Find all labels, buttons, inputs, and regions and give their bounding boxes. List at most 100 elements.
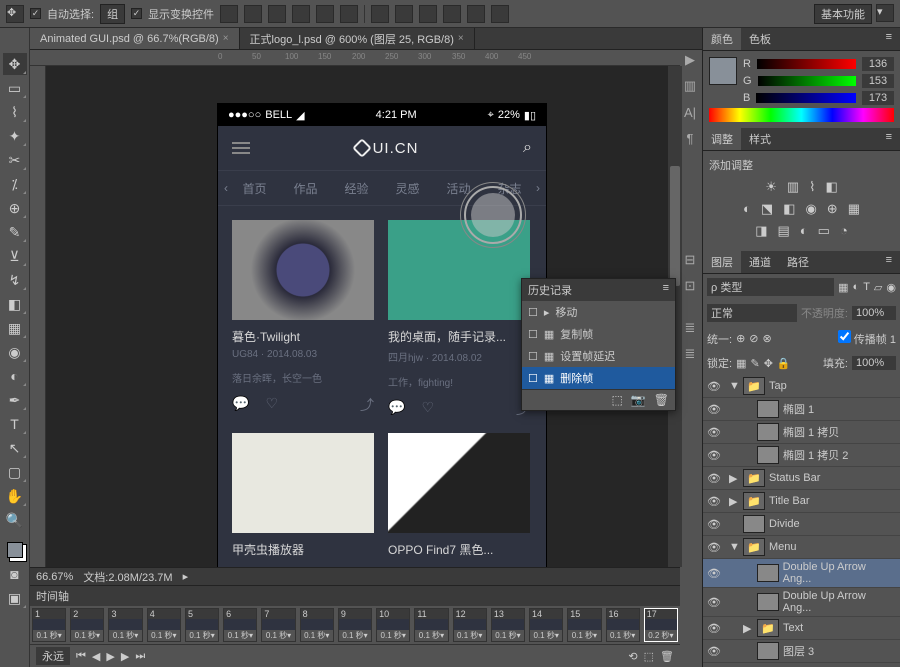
- b-value[interactable]: 173: [862, 91, 894, 105]
- zoom-tool[interactable]: 🔍: [3, 509, 27, 531]
- unify-icon[interactable]: ⊕: [736, 332, 745, 345]
- invert-icon[interactable]: ◨: [755, 223, 767, 239]
- path-tool[interactable]: ↖: [3, 437, 27, 459]
- g-value[interactable]: 153: [862, 74, 894, 88]
- distribute-icon[interactable]: [371, 5, 389, 23]
- align-top-icon[interactable]: [220, 5, 238, 23]
- spectrum-bar[interactable]: [709, 108, 894, 122]
- play-icon[interactable]: ▶: [106, 650, 114, 663]
- exposure-icon[interactable]: ◧: [826, 179, 838, 195]
- history-panel[interactable]: 历史记录≡ ☐▸移动 ☐▦复制帧 ☐▦设置帧延迟 ☐▦删除帧 ⬚📷🗑: [521, 278, 676, 411]
- layer-row[interactable]: 👁图层 3: [703, 640, 900, 663]
- visibility-icon[interactable]: 👁: [707, 622, 721, 635]
- first-frame-icon[interactable]: ⏮: [76, 650, 86, 663]
- timeline-frame[interactable]: 120.1 秒▾: [453, 608, 487, 642]
- panel-menu-icon[interactable]: ≡: [878, 251, 900, 273]
- layer-row[interactable]: 👁Double Up Arrow Ang...: [703, 559, 900, 588]
- fold-icon[interactable]: ▼: [729, 541, 739, 553]
- doc-size-label[interactable]: 文档:2.08M/23.7M: [83, 569, 172, 585]
- frame-duration[interactable]: 0.1 秒▾: [381, 630, 406, 641]
- layer-row[interactable]: 👁椭圆 1: [703, 398, 900, 421]
- lock-trans-icon[interactable]: ▦: [736, 357, 746, 370]
- checkbox[interactable]: ☐: [528, 372, 538, 385]
- g-slider[interactable]: [758, 76, 856, 86]
- frame-duration[interactable]: 0.1 秒▾: [36, 630, 61, 641]
- timeline-frame[interactable]: 140.1 秒▾: [529, 608, 563, 642]
- frame-duration[interactable]: 0.1 秒▾: [113, 630, 138, 641]
- blur-tool[interactable]: ◉: [3, 341, 27, 363]
- panel-icon[interactable]: ⊟: [680, 250, 700, 270]
- scrollbar-thumb[interactable]: [670, 166, 680, 286]
- layer-row[interactable]: 👁椭圆 1 拷贝 2: [703, 444, 900, 467]
- timeline-frame[interactable]: 20.1 秒▾: [70, 608, 104, 642]
- panel-icon[interactable]: ≣: [680, 318, 700, 338]
- tween-icon[interactable]: ⟲: [628, 650, 637, 663]
- checkbox[interactable]: ☐: [528, 328, 538, 341]
- frame-duration[interactable]: 0.1 秒▾: [228, 630, 253, 641]
- panel-menu-icon[interactable]: ≡: [878, 128, 900, 150]
- stamp-tool[interactable]: ⊻: [3, 245, 27, 267]
- align-left-icon[interactable]: [292, 5, 310, 23]
- fold-icon[interactable]: ▼: [729, 380, 739, 392]
- filter-type-icon[interactable]: T: [863, 281, 870, 293]
- eraser-tool[interactable]: ◧: [3, 293, 27, 315]
- new-snapshot-icon[interactable]: ⬚: [611, 393, 622, 407]
- fg-bg-swatch[interactable]: [3, 539, 27, 561]
- layer-row[interactable]: 👁Double Up Arrow Ang...: [703, 588, 900, 617]
- chevron-right-icon[interactable]: ▸: [183, 570, 189, 583]
- eyedropper-tool[interactable]: ⁒: [3, 173, 27, 195]
- distribute-icon[interactable]: [419, 5, 437, 23]
- tab-swatches[interactable]: 色板: [741, 28, 779, 50]
- frame-duration[interactable]: 0.1 秒▾: [75, 630, 100, 641]
- visibility-icon[interactable]: 👁: [707, 403, 721, 416]
- tab-channels[interactable]: 通道: [741, 251, 779, 273]
- screenmode-icon[interactable]: ▣: [3, 587, 27, 609]
- brush-tool[interactable]: ✎: [3, 221, 27, 243]
- frame-duration[interactable]: 0.1 秒▾: [419, 630, 444, 641]
- curves-icon[interactable]: ⌇: [809, 179, 815, 195]
- frame-duration[interactable]: 0.1 秒▾: [457, 630, 482, 641]
- gradient-tool[interactable]: ▦: [3, 317, 27, 339]
- layer-row[interactable]: 👁▶📁Title Bar: [703, 490, 900, 513]
- posterize-icon[interactable]: ▤: [777, 223, 789, 239]
- frame-duration[interactable]: 0.1 秒▾: [495, 630, 520, 641]
- workspace-dropdown[interactable]: 基本功能: [814, 4, 872, 24]
- align-center-icon[interactable]: [316, 5, 334, 23]
- lasso-tool[interactable]: ⌇: [3, 101, 27, 123]
- checkbox[interactable]: ☐: [528, 306, 538, 319]
- trash-icon[interactable]: 🗑: [660, 650, 674, 663]
- r-slider[interactable]: [757, 59, 856, 69]
- align-middle-icon[interactable]: [244, 5, 262, 23]
- filter-adjust-icon[interactable]: ◐: [853, 281, 860, 293]
- layer-row[interactable]: 👁Divide: [703, 513, 900, 536]
- document-tab[interactable]: Animated GUI.psd @ 66.7%(RGB/8)×: [30, 28, 240, 49]
- show-transform-checkbox[interactable]: ✓: [131, 8, 142, 19]
- timeline-frame[interactable]: 80.1 秒▾: [300, 608, 334, 642]
- propagate-checkbox[interactable]: [838, 330, 851, 343]
- panel-header[interactable]: 时间轴: [30, 586, 680, 606]
- opacity-value[interactable]: 100%: [852, 306, 896, 320]
- distribute-icon[interactable]: [491, 5, 509, 23]
- b-slider[interactable]: [756, 93, 856, 103]
- hand-tool[interactable]: ✋: [3, 485, 27, 507]
- filter-shape-icon[interactable]: ▱: [874, 281, 882, 294]
- lut-icon[interactable]: ▦: [848, 201, 860, 217]
- distribute-icon[interactable]: [395, 5, 413, 23]
- visibility-icon[interactable]: 👁: [707, 596, 721, 609]
- auto-select-dropdown[interactable]: 组: [100, 4, 125, 24]
- paragraph-icon[interactable]: ¶: [680, 128, 700, 148]
- visibility-icon[interactable]: 👁: [707, 567, 721, 580]
- frame-duration[interactable]: 0.1 秒▾: [266, 630, 291, 641]
- character-icon[interactable]: A|: [680, 102, 700, 122]
- tab-paths[interactable]: 路径: [779, 251, 817, 273]
- timeline-frame[interactable]: 10.1 秒▾: [32, 608, 66, 642]
- distribute-icon[interactable]: [443, 5, 461, 23]
- gradient-map-icon[interactable]: ▭: [818, 223, 830, 239]
- close-icon[interactable]: ×: [458, 33, 464, 44]
- timeline-frame[interactable]: 40.1 秒▾: [147, 608, 181, 642]
- panel-icon[interactable]: ≣: [680, 344, 700, 364]
- timeline-frame[interactable]: 160.1 秒▾: [606, 608, 640, 642]
- history-item[interactable]: ☐▦设置帧延迟: [522, 345, 675, 367]
- wand-tool[interactable]: ✦: [3, 125, 27, 147]
- visibility-icon[interactable]: 👁: [707, 518, 721, 531]
